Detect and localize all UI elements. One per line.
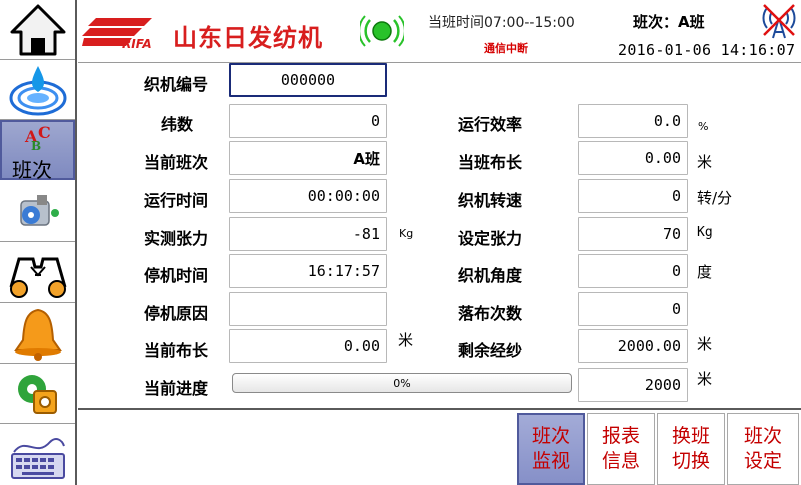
nav-report-info-button[interactable]: 报表 信息	[587, 413, 655, 485]
settings-gears-icon	[17, 374, 57, 414]
set-tension-unit: Kg	[697, 225, 713, 240]
shift-time: 当班时间07:00--15:00	[428, 15, 575, 31]
header: RIFA 山东日发纺机 当班时间07:00--15:00 班次：A班 通信中断 …	[78, 0, 801, 62]
signal-disconnected-icon	[762, 4, 796, 39]
efficiency-label: 运行效率	[458, 115, 523, 134]
shift-label: 班次：A班	[633, 13, 705, 31]
remain-warp-field: 2000.00	[578, 329, 688, 363]
alarm-bell-icon	[13, 308, 62, 361]
speed-label: 织机转速	[458, 191, 523, 210]
tension-label: 实测张力	[144, 229, 209, 248]
svg-text:B: B	[31, 139, 41, 153]
weft-label: 纬数	[161, 115, 194, 134]
loom-machine-icon	[9, 257, 66, 298]
angle-field: 0	[578, 254, 688, 288]
doff-count-field: 0	[578, 292, 688, 326]
doff-count-label: 落布次数	[458, 304, 523, 323]
nav-shift-setting-button[interactable]: 班次 设定	[727, 413, 799, 485]
sidebar-item-home[interactable]	[0, 0, 75, 60]
set-tension-field[interactable]: 70	[578, 217, 688, 251]
efficiency-field: 0.0	[578, 104, 688, 138]
sidebar-item-shift[interactable]: A C B 班次	[0, 120, 75, 182]
connection-signal-icon	[360, 15, 404, 47]
company-name: 山东日发纺机	[173, 24, 323, 52]
cur-length-label: 当前布长	[144, 341, 209, 360]
shift-length-field: 0.00	[578, 141, 688, 175]
cur-shift-label: 当前班次	[144, 153, 209, 172]
angle-unit: 度	[697, 263, 713, 281]
comm-status: 通信中断	[484, 42, 528, 55]
datetime: 2016-01-06 14:16:07	[618, 41, 796, 59]
home-icon	[10, 4, 65, 55]
stop-time-field: 16:17:57	[229, 254, 387, 288]
progress-text: 0%	[393, 376, 411, 390]
cur-length-unit: 米	[398, 331, 414, 349]
svg-text:RIFA: RIFA	[122, 37, 152, 50]
progress-bar: 0%	[232, 373, 572, 393]
efficiency-unit: %	[698, 120, 709, 133]
sidebar-item-water[interactable]	[0, 60, 75, 120]
tension-field: -81	[229, 217, 387, 251]
stop-reason-field	[229, 292, 387, 326]
bottom-nav: 班次 监视 报表 信息 换班 切换 班次 设定	[78, 408, 801, 485]
sidebar-item-alarm[interactable]	[0, 304, 75, 364]
loom-no-field[interactable]: 000000	[229, 63, 387, 97]
run-time-label: 运行时间	[144, 191, 209, 210]
shift-length-unit: 米	[697, 153, 713, 171]
stop-time-label: 停机时间	[144, 266, 209, 285]
set-tension-label: 设定张力	[458, 229, 523, 248]
remain-warp-unit: 米	[697, 335, 713, 353]
remain-warp-label: 剩余经纱	[458, 341, 523, 360]
stop-reason-label: 停机原因	[144, 304, 209, 323]
weft-field: 0	[229, 104, 387, 138]
nav-shift-monitor-button[interactable]: 班次 监视	[517, 413, 585, 485]
cur-shift-field: A班	[229, 141, 387, 175]
speed-field: 0	[578, 179, 688, 213]
sidebar-item-loom[interactable]	[0, 243, 75, 303]
cur-length-field: 0.00	[229, 329, 387, 363]
sidebar-item-fan[interactable]	[0, 182, 75, 242]
progress-label: 当前进度	[144, 379, 209, 398]
nav-shift-switch-button[interactable]: 换班 切换	[657, 413, 725, 485]
shift-length-label: 当班布长	[458, 153, 523, 172]
progress-total-unit: 米	[697, 370, 713, 388]
loom-no-label: 织机编号	[144, 75, 209, 94]
main-panel: 织机编号 000000 纬数 0 当前班次 A班 运行时间 00:00:00 实…	[78, 62, 801, 408]
keyboard-icon	[10, 437, 65, 479]
progress-total-field: 2000	[578, 368, 688, 402]
water-drop-icon	[9, 65, 66, 115]
tension-unit: Kg	[399, 227, 414, 240]
run-time-field: 00:00:00	[229, 179, 387, 213]
sidebar-item-keyboard[interactable]	[0, 424, 75, 485]
sidebar-item-settings[interactable]	[0, 364, 75, 424]
speed-unit: 转/分	[697, 189, 733, 207]
sidebar-active-label: 班次	[12, 158, 52, 182]
fan-icon	[19, 194, 59, 226]
sidebar: A C B 班次	[0, 0, 77, 485]
angle-label: 织机角度	[458, 266, 523, 285]
